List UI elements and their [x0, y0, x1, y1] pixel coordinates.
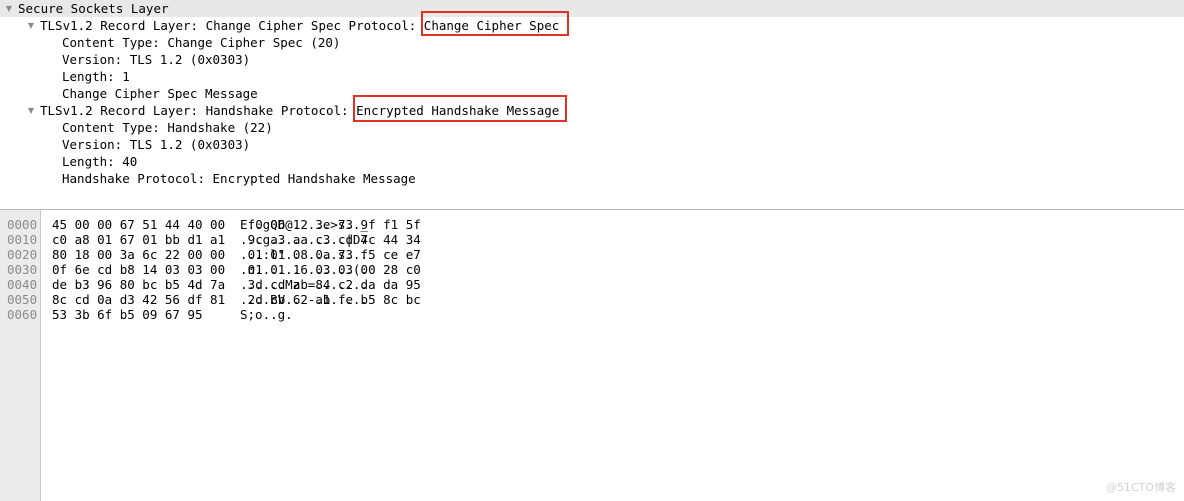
packet-detail-tree[interactable]: ▼ Secure Sockets Layer ▼ TLSv1.2 Record Lay… — [0, 0, 1184, 187]
tree-row-label: Length: 1 — [62, 69, 130, 84]
chevron-down-icon[interactable]: ▼ — [4, 0, 14, 17]
tree-row-label: Version: TLS 1.2 (0x0303) — [62, 137, 251, 152]
tree-row-label: Length: 40 — [62, 154, 138, 169]
hex-offset: 0020 — [7, 247, 38, 262]
hex-ascii: ....BV.. -.b..... — [240, 292, 368, 307]
hex-dump-row[interactable]: 0030 0f 6e cd b8 14 03 03 00 01 01 16 03 … — [0, 262, 1184, 277]
tree-row-label: Change Cipher Spec Message — [62, 86, 258, 101]
hex-offset: 0030 — [7, 262, 38, 277]
hex-bytes: 53 3b 6f b5 09 67 95 — [52, 307, 203, 322]
hex-offset: 0050 — [7, 292, 38, 307]
hex-dump-row[interactable]: 0050 8c cd 0a d3 42 56 df 81 2d cb 62 a1 … — [0, 292, 1184, 307]
tree-row[interactable]: Length: 1 — [0, 68, 1184, 85]
tree-row[interactable]: Handshake Protocol: Encrypted Handshake … — [0, 170, 1184, 187]
hex-dump-row[interactable]: 0020 80 18 00 3a 6c 22 00 00 01 01 08 0a … — [0, 247, 1184, 262]
tree-row-label: Version: TLS 1.2 (0x0303) — [62, 52, 251, 67]
tree-row-label: Content Type: Change Cipher Spec (20) — [62, 35, 341, 50]
hex-dump-rows[interactable]: 0000 45 00 00 67 51 44 40 00 f0 06 12 3e … — [0, 217, 1184, 322]
packet-detail-pane[interactable]: ▼ Secure Sockets Layer ▼ TLSv1.2 Record Lay… — [0, 0, 1184, 209]
hex-offset: 0000 — [7, 217, 38, 232]
tree-row[interactable]: Change Cipher Spec Message — [0, 85, 1184, 102]
tree-row-label: TLSv1.2 Record Layer: Handshake Protocol… — [40, 103, 560, 118]
tree-row[interactable]: ▼ TLSv1.2 Record Layer: Handshake Protoco… — [0, 102, 1184, 119]
tree-row[interactable]: Version: TLS 1.2 (0x0303) — [0, 136, 1184, 153]
hex-ascii: E..gQD@. ...>s.._ — [240, 217, 368, 232]
tree-row[interactable]: Content Type: Handshake (22) — [0, 119, 1184, 136]
tree-row[interactable]: Length: 40 — [0, 153, 1184, 170]
tree-row[interactable]: Content Type: Change Cipher Spec (20) — [0, 34, 1184, 51]
packet-bytes-pane[interactable]: 0000 45 00 00 67 51 44 40 00 f0 06 12 3e … — [0, 210, 1184, 501]
hex-ascii: ......Mz =....... — [240, 277, 368, 292]
hex-ascii: ...:l".. ....s... — [240, 247, 368, 262]
hex-offset: 0010 — [7, 232, 38, 247]
tree-row[interactable]: Version: TLS 1.2 (0x0303) — [0, 51, 1184, 68]
tree-row-label: TLSv1.2 Record Layer: Change Cipher Spec… — [40, 18, 560, 33]
tree-row-label: Content Type: Handshake (22) — [62, 120, 273, 135]
hex-offset: 0040 — [7, 277, 38, 292]
tree-row-label: Secure Sockets Layer — [18, 1, 169, 16]
hex-ascii: S;o..g. — [240, 307, 293, 322]
hex-ascii: .n...... ......(. — [240, 262, 368, 277]
hex-ascii: ...g.... .....|D4 — [240, 232, 368, 247]
chevron-down-icon[interactable]: ▼ — [26, 102, 36, 119]
hex-dump-row[interactable]: 0060 53 3b 6f b5 09 67 95 S;o..g. — [0, 307, 1184, 322]
hex-dump-row[interactable]: 0000 45 00 00 67 51 44 40 00 f0 06 12 3e … — [0, 217, 1184, 232]
chevron-down-icon[interactable]: ▼ — [26, 17, 36, 34]
tree-row-label: Handshake Protocol: Encrypted Handshake … — [62, 171, 416, 186]
hex-dump-row[interactable]: 0010 c0 a8 01 67 01 bb d1 a1 9c a3 aa c3 … — [0, 232, 1184, 247]
hex-offset: 0060 — [7, 307, 38, 322]
tree-row[interactable]: ▼ Secure Sockets Layer — [0, 0, 1184, 17]
watermark: @51CTO博客 — [1105, 481, 1176, 494]
hex-dump-row[interactable]: 0040 de b3 96 80 bc b5 4d 7a 3d cd ab 84 … — [0, 277, 1184, 292]
tree-row[interactable]: ▼ TLSv1.2 Record Layer: Change Cipher Spe… — [0, 17, 1184, 34]
